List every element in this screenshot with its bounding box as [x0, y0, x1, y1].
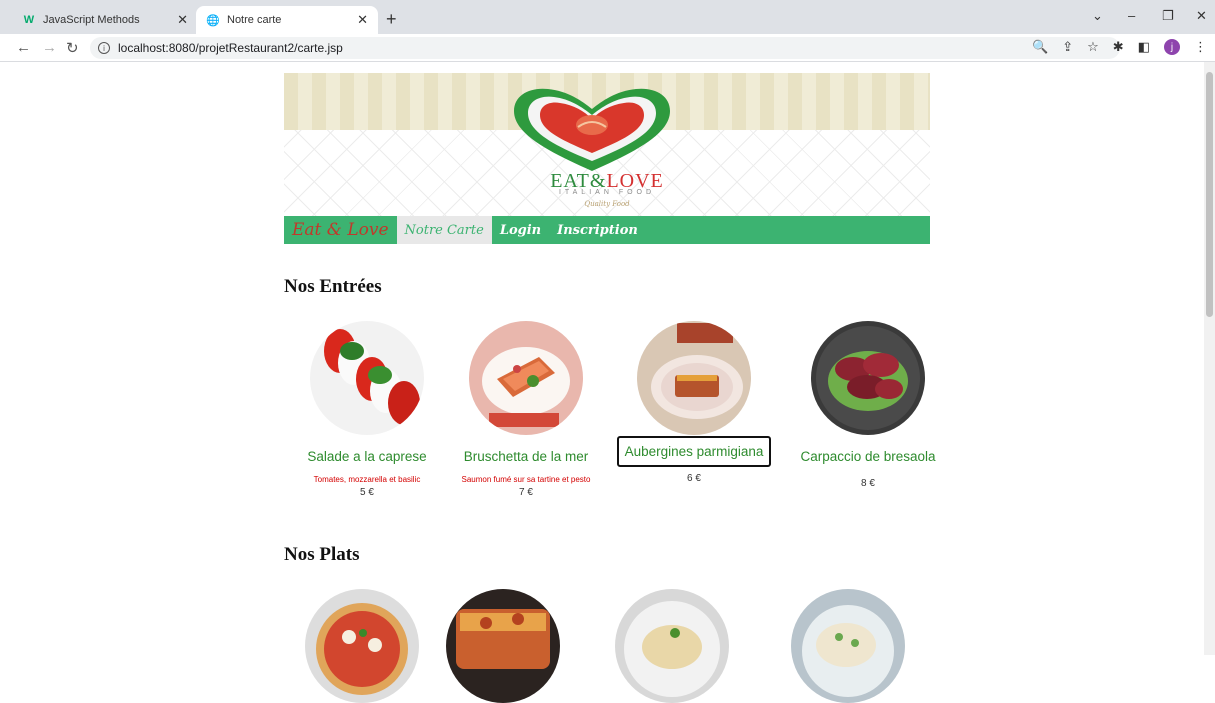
tab-notre-carte[interactable]: 🌐 Notre carte ✕ — [196, 6, 378, 34]
tab-search-icon[interactable]: ⌄ — [1092, 8, 1103, 24]
extensions-icon[interactable]: ✱ — [1113, 39, 1124, 55]
menu-item-bruschetta: Bruschetta de la mer Saumon fumé sur sa … — [446, 321, 606, 498]
carpaccio-photo — [811, 321, 925, 435]
item-name[interactable]: Bruschetta de la mer — [446, 449, 606, 464]
item-price: 8 € — [861, 478, 875, 489]
menu-kebab-icon[interactable]: ⋮ — [1194, 39, 1207, 55]
item-price: 5 € — [360, 487, 374, 498]
address-toolbar: ← → ↻ i localhost:8080/projetRestaurant2… — [0, 34, 1215, 62]
address-bar[interactable]: i localhost:8080/projetRestaurant2/carte… — [90, 37, 1120, 59]
main-nav: Eat & Love Notre Carte Login Inscription — [284, 216, 930, 244]
nav-login[interactable]: Login — [492, 216, 549, 244]
caprese-photo — [310, 321, 424, 435]
close-tab-icon[interactable]: ✕ — [357, 12, 368, 28]
tab-title: JavaScript Methods — [43, 14, 140, 26]
menu-item-plat-pizza — [282, 589, 442, 703]
minimize-button[interactable]: – — [1128, 8, 1135, 23]
w3schools-icon: W — [23, 14, 35, 26]
section-title-entrees: Nos Entrées — [284, 276, 382, 297]
item-description: Saumon fumé sur sa tartine et pesto — [461, 475, 591, 484]
tab-title: Notre carte — [227, 14, 282, 26]
menu-item-carpaccio: Carpaccio de bresaola 8 € — [788, 321, 948, 489]
menu-item-caprese: Salade a la caprese Tomates, mozzarella … — [287, 321, 447, 498]
close-window-button[interactable]: ✕ — [1196, 8, 1207, 24]
scrollbar-thumb[interactable] — [1206, 72, 1213, 317]
menu-item-plat-lasagne — [423, 589, 583, 703]
menu-item-plat-risotto — [768, 589, 928, 703]
tab-javascript-methods[interactable]: W JavaScript Methods ✕ — [12, 6, 198, 34]
section-title-plats: Nos Plats — [284, 544, 360, 565]
item-name[interactable]: Aubergines parmigiana — [616, 436, 772, 467]
site-info-icon[interactable]: i — [98, 42, 110, 54]
risotto-photo — [791, 589, 905, 703]
item-price: 7 € — [519, 487, 533, 498]
item-description: Tomates, mozzarella et basilic — [313, 475, 421, 484]
item-name[interactable]: Carpaccio de bresaola — [788, 449, 948, 464]
nav-brand-link[interactable]: Eat & Love — [284, 216, 397, 244]
logo-quality: Quality Food — [584, 200, 630, 208]
pasta-photo — [615, 589, 729, 703]
globe-icon: 🌐 — [206, 14, 220, 27]
bruschetta-photo — [469, 321, 583, 435]
share-icon[interactable]: ⇪ — [1062, 39, 1073, 55]
back-icon[interactable]: ← — [16, 39, 31, 56]
logo-subtitle: ITALIAN FOOD — [558, 189, 656, 196]
menu-item-aubergines: Aubergines parmigiana 6 € — [614, 321, 774, 484]
aubergines-photo — [637, 321, 751, 435]
bookmark-star-icon[interactable]: ☆ — [1087, 39, 1099, 55]
item-price: 6 € — [687, 473, 701, 484]
tab-strip: W JavaScript Methods ✕ 🌐 Notre carte ✕ +… — [0, 0, 1215, 34]
item-name[interactable]: Salade a la caprese — [287, 449, 447, 464]
close-tab-icon[interactable]: ✕ — [177, 12, 188, 28]
url-text: localhost:8080/projetRestaurant2/carte.j… — [118, 41, 343, 55]
profile-avatar[interactable]: j — [1164, 39, 1180, 55]
restore-button[interactable]: ❐ — [1162, 8, 1174, 24]
zoom-icon[interactable]: 🔍 — [1032, 39, 1048, 55]
header-banner: EAT&LOVE ITALIAN FOOD Quality Food — [284, 73, 930, 216]
menu-item-plat-pates — [592, 589, 752, 703]
heart-logo-icon — [514, 88, 670, 171]
nav-notre-carte[interactable]: Notre Carte — [396, 216, 492, 244]
lasagne-photo — [446, 589, 560, 703]
pizza-photo — [305, 589, 419, 703]
side-panel-icon[interactable]: ◧ — [1138, 39, 1150, 55]
nav-inscription[interactable]: Inscription — [549, 216, 646, 244]
forward-icon[interactable]: → — [42, 39, 57, 56]
new-tab-button[interactable]: + — [386, 9, 397, 30]
reload-icon[interactable]: ↻ — [66, 39, 79, 57]
